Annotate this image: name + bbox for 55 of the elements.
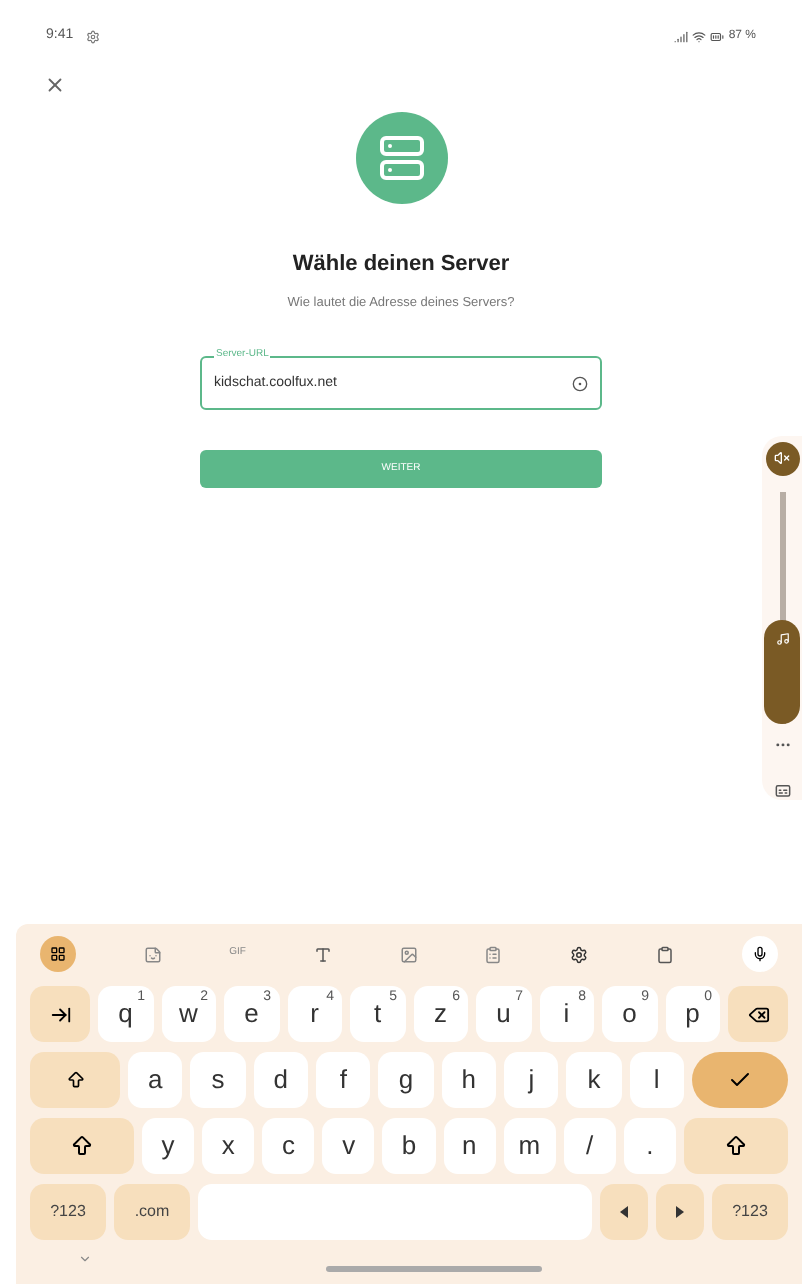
key[interactable]: l [629,1052,684,1108]
key[interactable]: . [623,1118,676,1174]
battery-icon [710,29,725,43]
clipboard-list-icon [484,945,503,963]
key[interactable]: b [382,1118,436,1174]
key[interactable]: x [202,1118,255,1174]
shift-key[interactable] [30,1118,134,1174]
mute-button[interactable] [765,442,799,476]
key[interactable]: j [503,1052,559,1108]
captions-icon [773,782,791,800]
key[interactable]: / [563,1118,616,1174]
backspace-icon [747,1003,769,1025]
signal-icon [674,29,689,43]
left-triangle-icon [620,1206,628,1218]
key[interactable]: .com [114,1184,190,1240]
sticker-icon [143,945,162,963]
key[interactable]: h [441,1052,496,1108]
key[interactable]: d [253,1052,308,1108]
right-triangle-icon [676,1206,684,1218]
mute-icon [774,450,790,467]
clear-icon [572,375,588,392]
key[interactable]: ?123 [30,1184,106,1240]
hide-keyboard-icon [78,1252,92,1266]
apps-button[interactable] [40,936,76,972]
key[interactable]: m [503,1118,556,1174]
key[interactable]: g [378,1052,434,1108]
page-title: Wähle deinen Server [292,250,510,280]
settings-icon [85,29,100,43]
key[interactable]: v [322,1118,375,1174]
tab-key[interactable] [30,986,90,1042]
shift-icon [70,1134,94,1158]
image-icon [399,945,418,963]
clipboard-icon [656,945,675,963]
backspace-key[interactable] [728,986,788,1042]
server-icon [377,134,425,182]
tab-icon [49,1003,71,1025]
caps-icon [65,1070,85,1090]
mic-button[interactable] [741,936,778,972]
key[interactable]: ?123 [712,1184,788,1240]
settings-icon [570,945,589,963]
key[interactable]: a [128,1052,183,1108]
key[interactable]: k [566,1052,622,1108]
close-icon [43,73,65,95]
shift-key[interactable] [683,1118,788,1174]
check-icon [727,1068,752,1092]
mic-icon [751,946,768,962]
grid-icon [50,946,66,962]
key[interactable]: f [315,1052,371,1108]
key[interactable]: y [142,1118,195,1174]
key[interactable]: c [262,1118,315,1174]
shift-icon [723,1134,748,1158]
key[interactable]: n [443,1118,496,1174]
key[interactable]: s [190,1052,246,1108]
music-note-icon [775,631,789,646]
wifi-icon [692,29,707,43]
